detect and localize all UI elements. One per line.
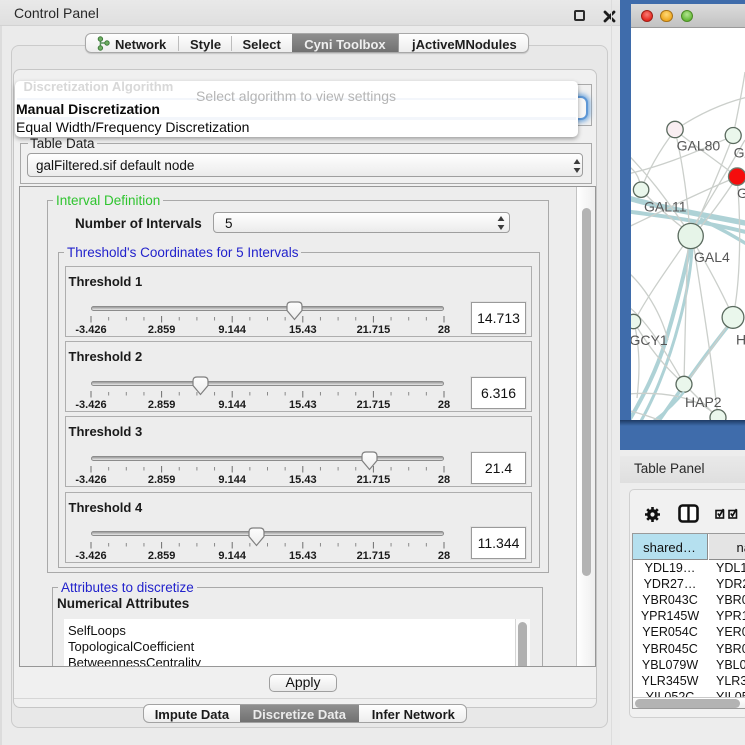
svg-text:G: G <box>737 185 745 201</box>
svg-text:GCY1: GCY1 <box>631 332 668 348</box>
svg-text:GA: GA <box>734 145 745 161</box>
svg-text:GAL80: GAL80 <box>677 138 721 154</box>
svg-text:H: H <box>736 332 745 348</box>
svg-text:GAL4: GAL4 <box>694 249 730 265</box>
svg-text:GAL11: GAL11 <box>644 199 687 215</box>
svg-text:HAP2: HAP2 <box>685 394 722 410</box>
